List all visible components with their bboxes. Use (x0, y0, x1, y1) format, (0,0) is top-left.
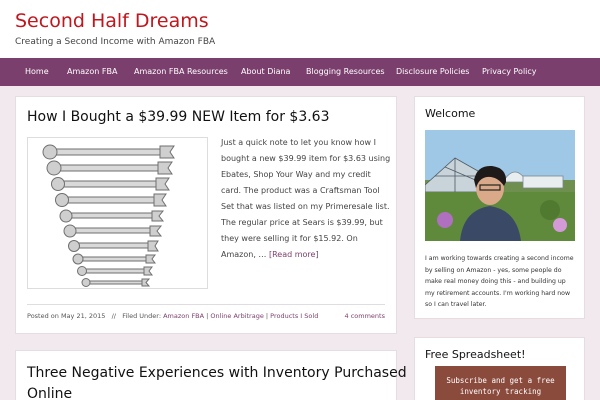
site-title[interactable]: Second Half Dreams (15, 10, 209, 32)
main-nav: Home Amazon FBA Amazon FBA Resources Abo… (0, 58, 600, 86)
category-link-products-i-sold[interactable]: Products I Sold (270, 312, 318, 320)
site-header: Second Half Dreams Creating a Second Inc… (0, 0, 600, 58)
welcome-text: I am working towards creating a second i… (425, 255, 574, 308)
post-card: Three Negative Experiences with Inventor… (15, 350, 407, 400)
author-photo (425, 130, 575, 241)
post-excerpt-text: Just a quick note to let you know how I … (221, 138, 391, 259)
filed-under-label: Filed Under: (122, 312, 162, 320)
category-link-online-arbitrage[interactable]: Online Arbitrage (210, 312, 263, 320)
read-more-link[interactable]: [Read more] (269, 250, 319, 259)
post-date: Posted on May 21, 2015 (27, 312, 106, 320)
nav-item-disclosure-policies[interactable]: Disclosure Policies (396, 58, 469, 86)
spreadsheet-widget: Free Spreadsheet! Subscribe and get a fr… (414, 337, 585, 400)
post-title[interactable]: How I Bought a $39.99 NEW Item for $3.63 (27, 109, 330, 125)
nav-item-privacy-policy[interactable]: Privacy Policy (482, 58, 537, 86)
post-title-line-2[interactable]: Online (27, 386, 72, 400)
category-link-amazon-fba[interactable]: Amazon FBA (163, 312, 204, 320)
widget-title-welcome: Welcome (425, 107, 476, 120)
post-card: How I Bought a $39.99 NEW Item for $3.63… (15, 96, 397, 334)
meta-separator: // (111, 312, 116, 320)
post-title-line-1[interactable]: Three Negative Experiences with Inventor… (27, 365, 407, 381)
nav-item-blogging-resources[interactable]: Blogging Resources (306, 58, 385, 86)
post-meta: Posted on May 21, 2015 // Filed Under: A… (27, 312, 319, 320)
comments-link[interactable]: 4 comments (345, 312, 385, 320)
welcome-widget: Welcome I am working towards creating a … (414, 96, 585, 319)
wrench-set-image (28, 138, 207, 288)
nav-item-about-diana[interactable]: About Diana (241, 58, 290, 86)
nav-item-amazon-fba-resources[interactable]: Amazon FBA Resources (134, 58, 228, 86)
site-tagline: Creating a Second Income with Amazon FBA (15, 37, 216, 47)
subscribe-cta-button[interactable]: Subscribe and get a free inventory track… (435, 366, 566, 400)
widget-title-spreadsheet: Free Spreadsheet! (425, 348, 526, 361)
nav-item-amazon-fba[interactable]: Amazon FBA (67, 58, 117, 86)
author-photo-image (425, 130, 575, 241)
nav-item-home[interactable]: Home (25, 58, 49, 86)
post-divider (27, 304, 385, 305)
post-thumbnail-wrench-set[interactable] (27, 137, 208, 289)
post-excerpt: Just a quick note to let you know how I … (221, 135, 391, 263)
